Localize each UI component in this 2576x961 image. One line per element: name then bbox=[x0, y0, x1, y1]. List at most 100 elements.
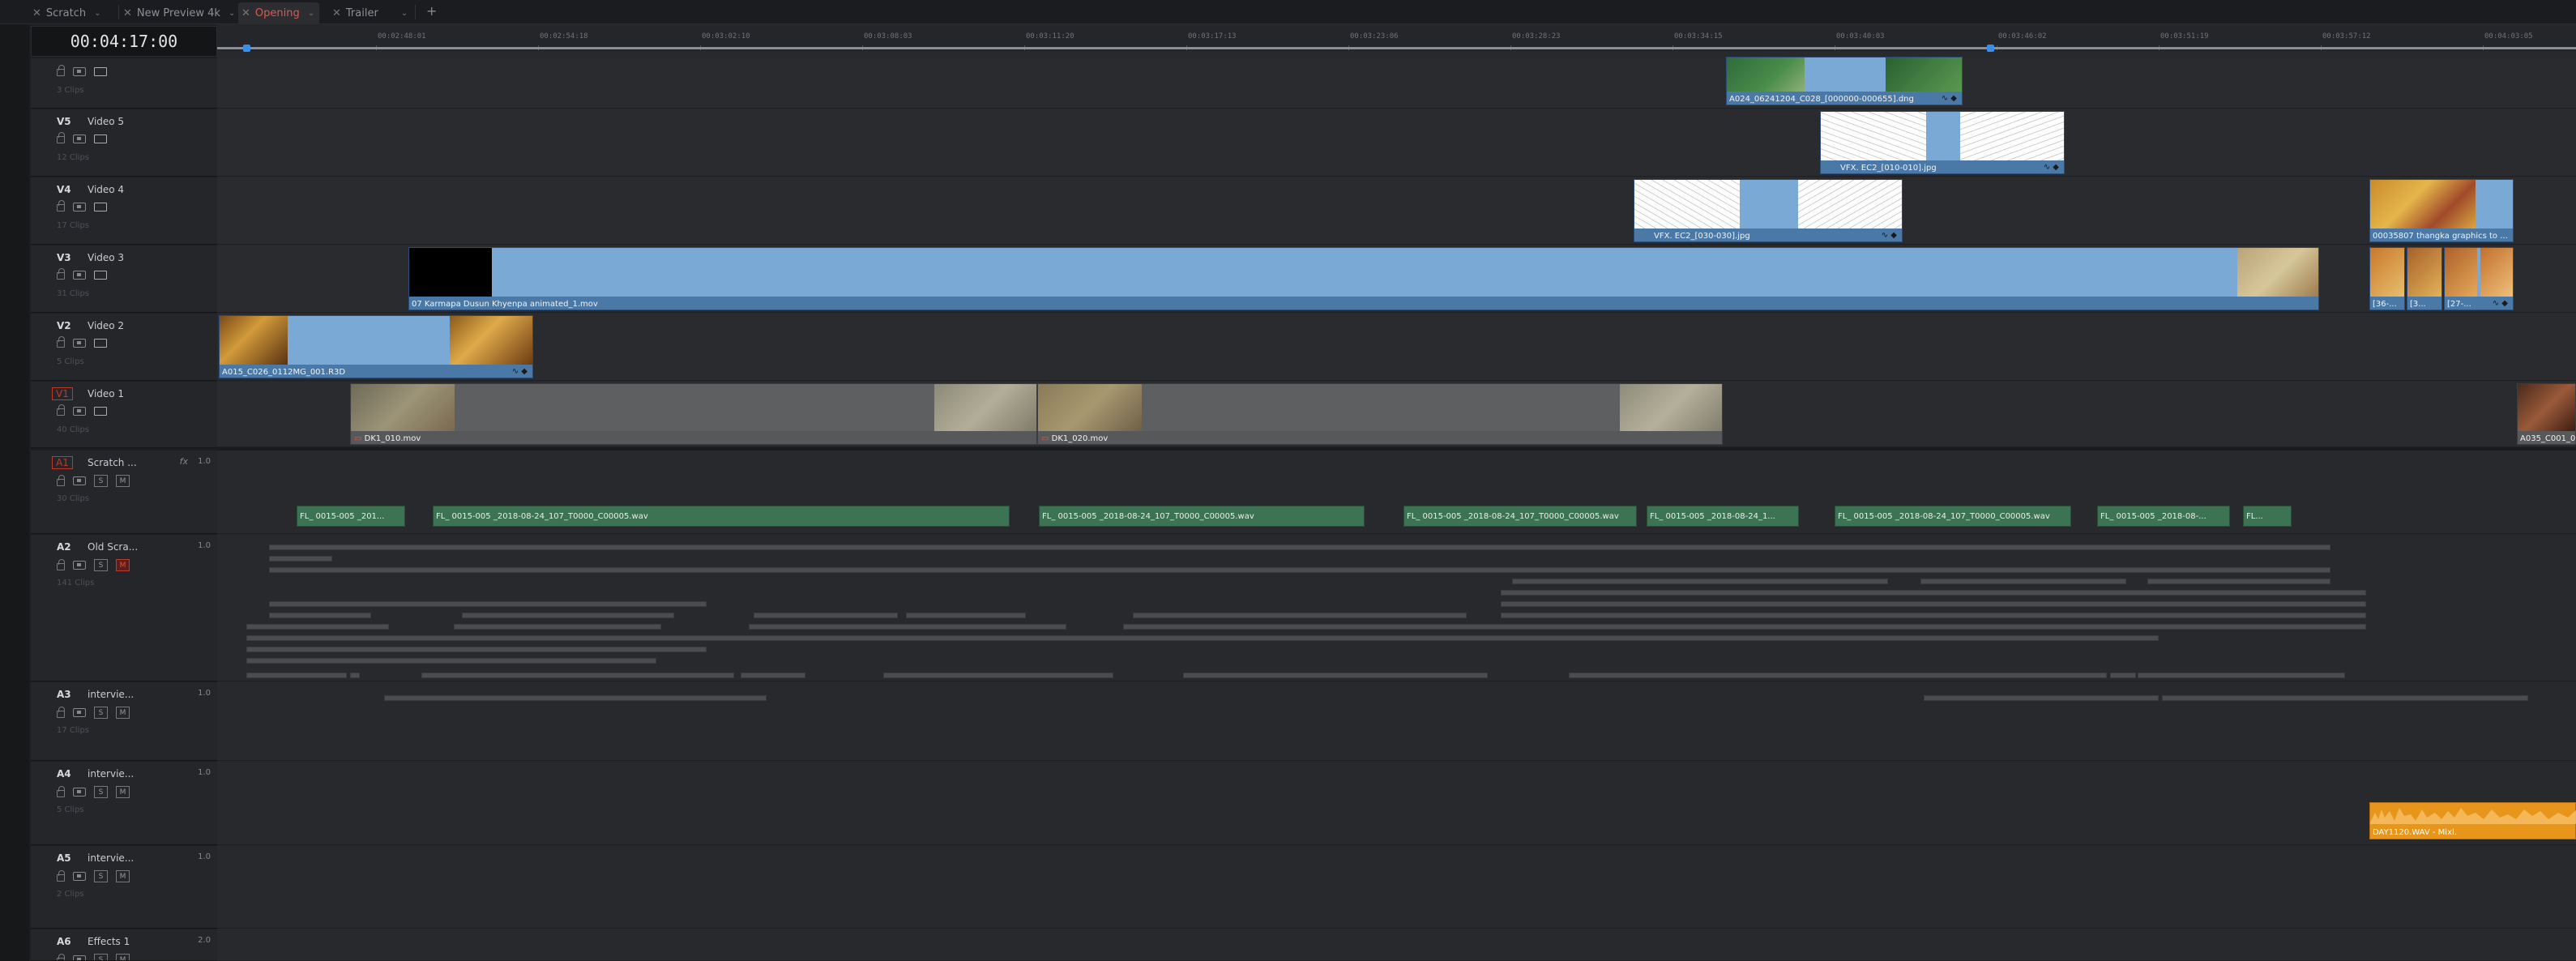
track-header-v1[interactable]: V1 Video 1 40 Clips bbox=[31, 382, 217, 448]
track-lane-v2[interactable] bbox=[217, 314, 2576, 381]
solo-button[interactable]: S bbox=[94, 870, 108, 882]
video-clip[interactable]: VFX. EC2_[010-010].jpg ∿ ◆ bbox=[1820, 111, 2065, 174]
close-icon[interactable]: ✕ bbox=[241, 7, 250, 19]
track-name[interactable]: Video 3 bbox=[88, 252, 124, 263]
auto-select-icon[interactable] bbox=[73, 708, 86, 717]
audio-clip[interactable]: FL... bbox=[2243, 506, 2292, 527]
in-point-marker[interactable] bbox=[243, 45, 250, 52]
tab-trailer[interactable]: ✕ Trailer ⌄ bbox=[329, 2, 408, 23]
auto-select-icon[interactable] bbox=[73, 788, 86, 797]
video-clip[interactable]: 07 Karmapa Dusun Khyenpa animated_1.mov bbox=[408, 247, 2319, 310]
muted-audio-clip[interactable] bbox=[1183, 673, 1488, 678]
auto-select-icon[interactable] bbox=[73, 872, 86, 881]
lock-icon[interactable] bbox=[57, 785, 65, 797]
auto-select-icon[interactable] bbox=[73, 202, 86, 211]
muted-audio-clip[interactable] bbox=[1501, 601, 2366, 607]
track-header-a2[interactable]: A2 Old Scra... 1.0 S M 141 Clips bbox=[31, 535, 217, 681]
chevron-down-icon[interactable]: ⌄ bbox=[401, 9, 408, 18]
lock-icon[interactable] bbox=[57, 404, 65, 416]
muted-audio-clip[interactable] bbox=[1920, 579, 2126, 584]
audio-clip[interactable]: FL_ 0015-005 _2018-08-24_107_T0000_C0000… bbox=[1039, 506, 1365, 527]
mute-button[interactable]: M bbox=[116, 559, 130, 571]
track-header-v3[interactable]: V3 Video 3 31 Clips bbox=[31, 246, 217, 313]
muted-audio-clip[interactable] bbox=[1123, 624, 2366, 630]
muted-audio-clip[interactable] bbox=[350, 673, 360, 678]
lock-icon[interactable] bbox=[57, 474, 65, 486]
auto-select-icon[interactable] bbox=[73, 66, 86, 76]
track-header-a5[interactable]: A5 intervie... 1.0 S M 2 Clips bbox=[31, 846, 217, 929]
solo-button[interactable]: S bbox=[94, 475, 108, 487]
lock-icon[interactable] bbox=[57, 132, 65, 143]
track-name[interactable]: intervie... bbox=[88, 768, 134, 779]
lock-icon[interactable] bbox=[57, 953, 65, 960]
tab-new-preview[interactable]: ✕ New Preview 4k ⌄ bbox=[120, 2, 235, 23]
muted-audio-clip[interactable] bbox=[269, 567, 2330, 573]
audio-clip[interactable]: FL_ 0015-005 _201... bbox=[297, 506, 405, 527]
video-clip[interactable]: [3... bbox=[2407, 247, 2442, 310]
muted-audio-clip[interactable] bbox=[454, 624, 661, 630]
muted-audio-clip[interactable] bbox=[384, 695, 767, 701]
video-clip[interactable]: [36-... bbox=[2369, 247, 2405, 310]
audio-clip[interactable]: FL_ 0015-005 _2018-08-24_107_T0000_C0000… bbox=[1403, 506, 1637, 527]
muted-audio-clip[interactable] bbox=[2138, 673, 2345, 678]
close-icon[interactable]: ✕ bbox=[123, 7, 132, 19]
timecode-display[interactable]: 00:04:17:00 bbox=[31, 26, 217, 57]
keyframe-icon[interactable]: ∿ ◆ bbox=[1882, 231, 1897, 240]
solo-button[interactable]: S bbox=[94, 559, 108, 571]
lock-icon[interactable] bbox=[57, 336, 65, 348]
video-clip[interactable]: [27-... ∿ ◆ bbox=[2444, 247, 2514, 310]
lock-icon[interactable] bbox=[57, 65, 65, 76]
track-lane-a3[interactable] bbox=[217, 682, 2576, 761]
add-tab-button[interactable]: + bbox=[426, 3, 437, 19]
muted-audio-clip[interactable] bbox=[421, 673, 734, 678]
track-lane-v5[interactable] bbox=[217, 109, 2576, 177]
muted-audio-clip[interactable] bbox=[2110, 673, 2136, 678]
keyframe-icon[interactable]: ∿ ◆ bbox=[1942, 94, 1957, 103]
muted-audio-clip[interactable] bbox=[1133, 613, 1467, 618]
track-lane-v6[interactable] bbox=[217, 58, 2576, 109]
keyframe-icon[interactable]: ∿ ◆ bbox=[2493, 299, 2508, 308]
track-visibility-icon[interactable] bbox=[94, 406, 107, 416]
video-clip[interactable]: A015_C026_0112MG_001.R3D ∿ ◆ bbox=[219, 315, 533, 378]
tab-scratch[interactable]: ✕ Scratch ⌄ bbox=[29, 2, 101, 23]
muted-audio-clip[interactable] bbox=[1512, 579, 1888, 584]
auto-select-icon[interactable] bbox=[73, 338, 86, 348]
muted-audio-clip[interactable] bbox=[269, 601, 707, 607]
auto-select-icon[interactable] bbox=[73, 561, 86, 570]
track-header-v2[interactable]: V2 Video 2 5 Clips bbox=[31, 314, 217, 381]
video-clip[interactable]: ▭ DK1_010.mov bbox=[350, 383, 1037, 445]
muted-audio-clip[interactable] bbox=[1569, 673, 2107, 678]
track-name[interactable]: Old Scra... bbox=[88, 541, 138, 553]
auto-select-icon[interactable] bbox=[73, 134, 86, 143]
lock-icon[interactable] bbox=[57, 268, 65, 280]
track-name[interactable]: Effects 1 bbox=[88, 936, 130, 947]
auto-select-icon[interactable] bbox=[73, 406, 86, 416]
close-icon[interactable]: ✕ bbox=[332, 7, 341, 19]
muted-audio-clip[interactable] bbox=[906, 613, 1026, 618]
track-header-a3[interactable]: A3 intervie... 1.0 S M 17 Clips bbox=[31, 682, 217, 761]
fx-icon[interactable]: fx bbox=[180, 456, 188, 467]
muted-audio-clip[interactable] bbox=[269, 545, 2330, 550]
muted-audio-clip[interactable] bbox=[2147, 579, 2330, 584]
timeline-area[interactable]: 00:02:48:01 00:02:54:18 00:03:02:10 00:0… bbox=[217, 24, 2576, 961]
track-lane-a4[interactable] bbox=[217, 762, 2576, 845]
track-visibility-icon[interactable] bbox=[94, 134, 107, 143]
muted-audio-clip[interactable] bbox=[246, 635, 2159, 641]
solo-button[interactable]: S bbox=[94, 954, 108, 960]
timecode-ruler[interactable]: 00:02:48:01 00:02:54:18 00:03:02:10 00:0… bbox=[217, 24, 2576, 52]
mute-button[interactable]: M bbox=[116, 475, 130, 487]
solo-button[interactable]: S bbox=[94, 786, 108, 798]
video-clip[interactable]: ▭ DK1_020.mov bbox=[1037, 383, 1723, 445]
track-visibility-icon[interactable] bbox=[94, 202, 107, 211]
video-clip[interactable]: VFX. EC2_[030-030].jpg ∿ ◆ bbox=[1634, 179, 1903, 242]
muted-audio-clip[interactable] bbox=[2162, 695, 2528, 701]
track-header-a4[interactable]: A4 intervie... 1.0 S M 5 Clips bbox=[31, 762, 217, 845]
track-visibility-icon[interactable] bbox=[94, 270, 107, 280]
mute-button[interactable]: M bbox=[116, 707, 130, 719]
muted-audio-clip[interactable] bbox=[462, 613, 674, 618]
track-header-a6[interactable]: A6 Effects 1 2.0 S M bbox=[31, 929, 217, 961]
muted-audio-clip[interactable] bbox=[1501, 590, 2366, 596]
auto-select-icon[interactable] bbox=[73, 955, 86, 960]
audio-clip[interactable]: FL_ 0015-005 _2018-08-24_107_T0000_C0000… bbox=[433, 506, 1010, 527]
mute-button[interactable]: M bbox=[116, 954, 130, 960]
